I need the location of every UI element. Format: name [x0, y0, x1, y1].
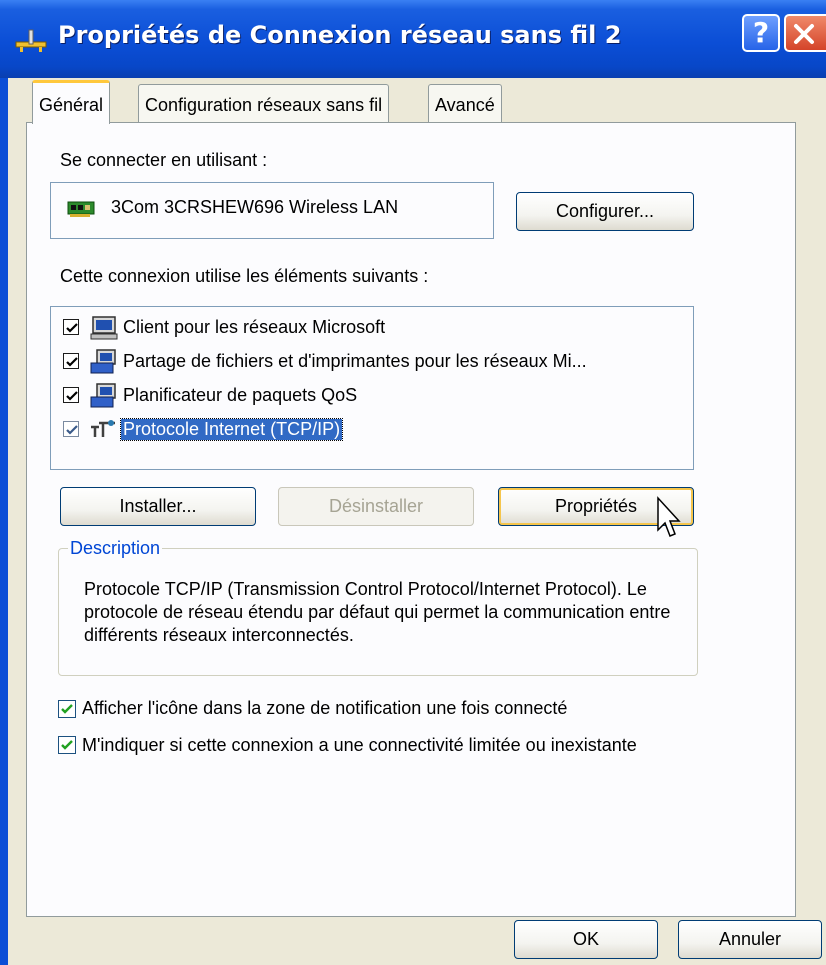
help-icon: ? — [752, 16, 770, 49]
dialog-window: Propriétés de Connexion réseau sans fil … — [0, 0, 826, 965]
component-checkbox-qos[interactable] — [63, 387, 79, 403]
list-item-qos[interactable]: Planificateur de paquets QoS — [59, 383, 679, 411]
tab-wireless-config[interactable]: Configuration réseaux sans fil — [138, 84, 390, 122]
show-icon-checkbox[interactable] — [58, 700, 76, 718]
qos-scheduler-icon — [90, 383, 116, 408]
mouse-cursor-icon — [657, 496, 681, 537]
protocol-icon — [91, 420, 115, 437]
window-title: Propriétés de Connexion réseau sans fil … — [58, 21, 622, 49]
tab-advanced[interactable]: Avancé — [428, 84, 502, 122]
notify-limited-label[interactable]: M'indiquer si cette connexion a une conn… — [82, 734, 682, 757]
components-label: Cette connexion utilise les éléments sui… — [60, 266, 429, 286]
description-legend: Description — [68, 538, 163, 559]
list-item-client[interactable]: Client pour les réseaux Microsoft — [59, 315, 679, 343]
title-bar[interactable]: Propriétés de Connexion réseau sans fil … — [0, 0, 826, 78]
component-label-client: Client pour les réseaux Microsoft — [123, 317, 386, 337]
uninstall-button[interactable]: Désinstaller — [278, 487, 474, 526]
tab-general[interactable]: Général — [32, 80, 111, 124]
components-list[interactable]: Client pour les réseaux Microsoft Partag… — [50, 306, 694, 470]
component-checkbox-file-sharing[interactable] — [63, 353, 79, 369]
install-button[interactable]: Installer... — [60, 487, 256, 526]
ok-button[interactable]: OK — [514, 920, 658, 959]
close-icon — [794, 24, 814, 44]
adapter-box: 3Com 3CRSHEW696 Wireless LAN — [50, 182, 494, 239]
file-printer-sharing-icon — [90, 349, 116, 374]
network-client-icon — [90, 316, 118, 340]
cancel-button[interactable]: Annuler — [678, 920, 822, 959]
show-icon-label[interactable]: Afficher l'icône dans la zone de notific… — [82, 698, 567, 719]
component-label-qos: Planificateur de paquets QoS — [123, 385, 358, 405]
component-label-tcpip: Protocole Internet (TCP/IP) — [119, 418, 344, 441]
window-frame-left — [0, 78, 8, 965]
component-label-file-sharing: Partage de fichiers et d'imprimantes pou… — [123, 351, 587, 371]
component-checkbox-tcpip[interactable] — [63, 421, 79, 437]
list-item-file-sharing[interactable]: Partage de fichiers et d'imprimantes pou… — [59, 349, 679, 377]
list-item-tcpip[interactable]: Protocole Internet (TCP/IP) — [59, 417, 679, 445]
component-checkbox-client[interactable] — [63, 319, 79, 335]
notify-limited-checkbox[interactable] — [58, 736, 76, 754]
adapter-name: 3Com 3CRSHEW696 Wireless LAN — [111, 197, 399, 217]
network-card-icon — [67, 201, 95, 217]
network-connection-icon — [15, 29, 47, 52]
configure-button[interactable]: Configurer... — [516, 192, 694, 231]
dialog-client-area: Général Configuration réseaux sans fil A… — [8, 78, 826, 965]
help-button[interactable]: ? — [742, 14, 780, 52]
close-button[interactable] — [784, 14, 826, 52]
description-text: Protocole TCP/IP (Transmission Control P… — [84, 579, 671, 645]
connect-using-label: Se connecter en utilisant : — [60, 150, 268, 170]
